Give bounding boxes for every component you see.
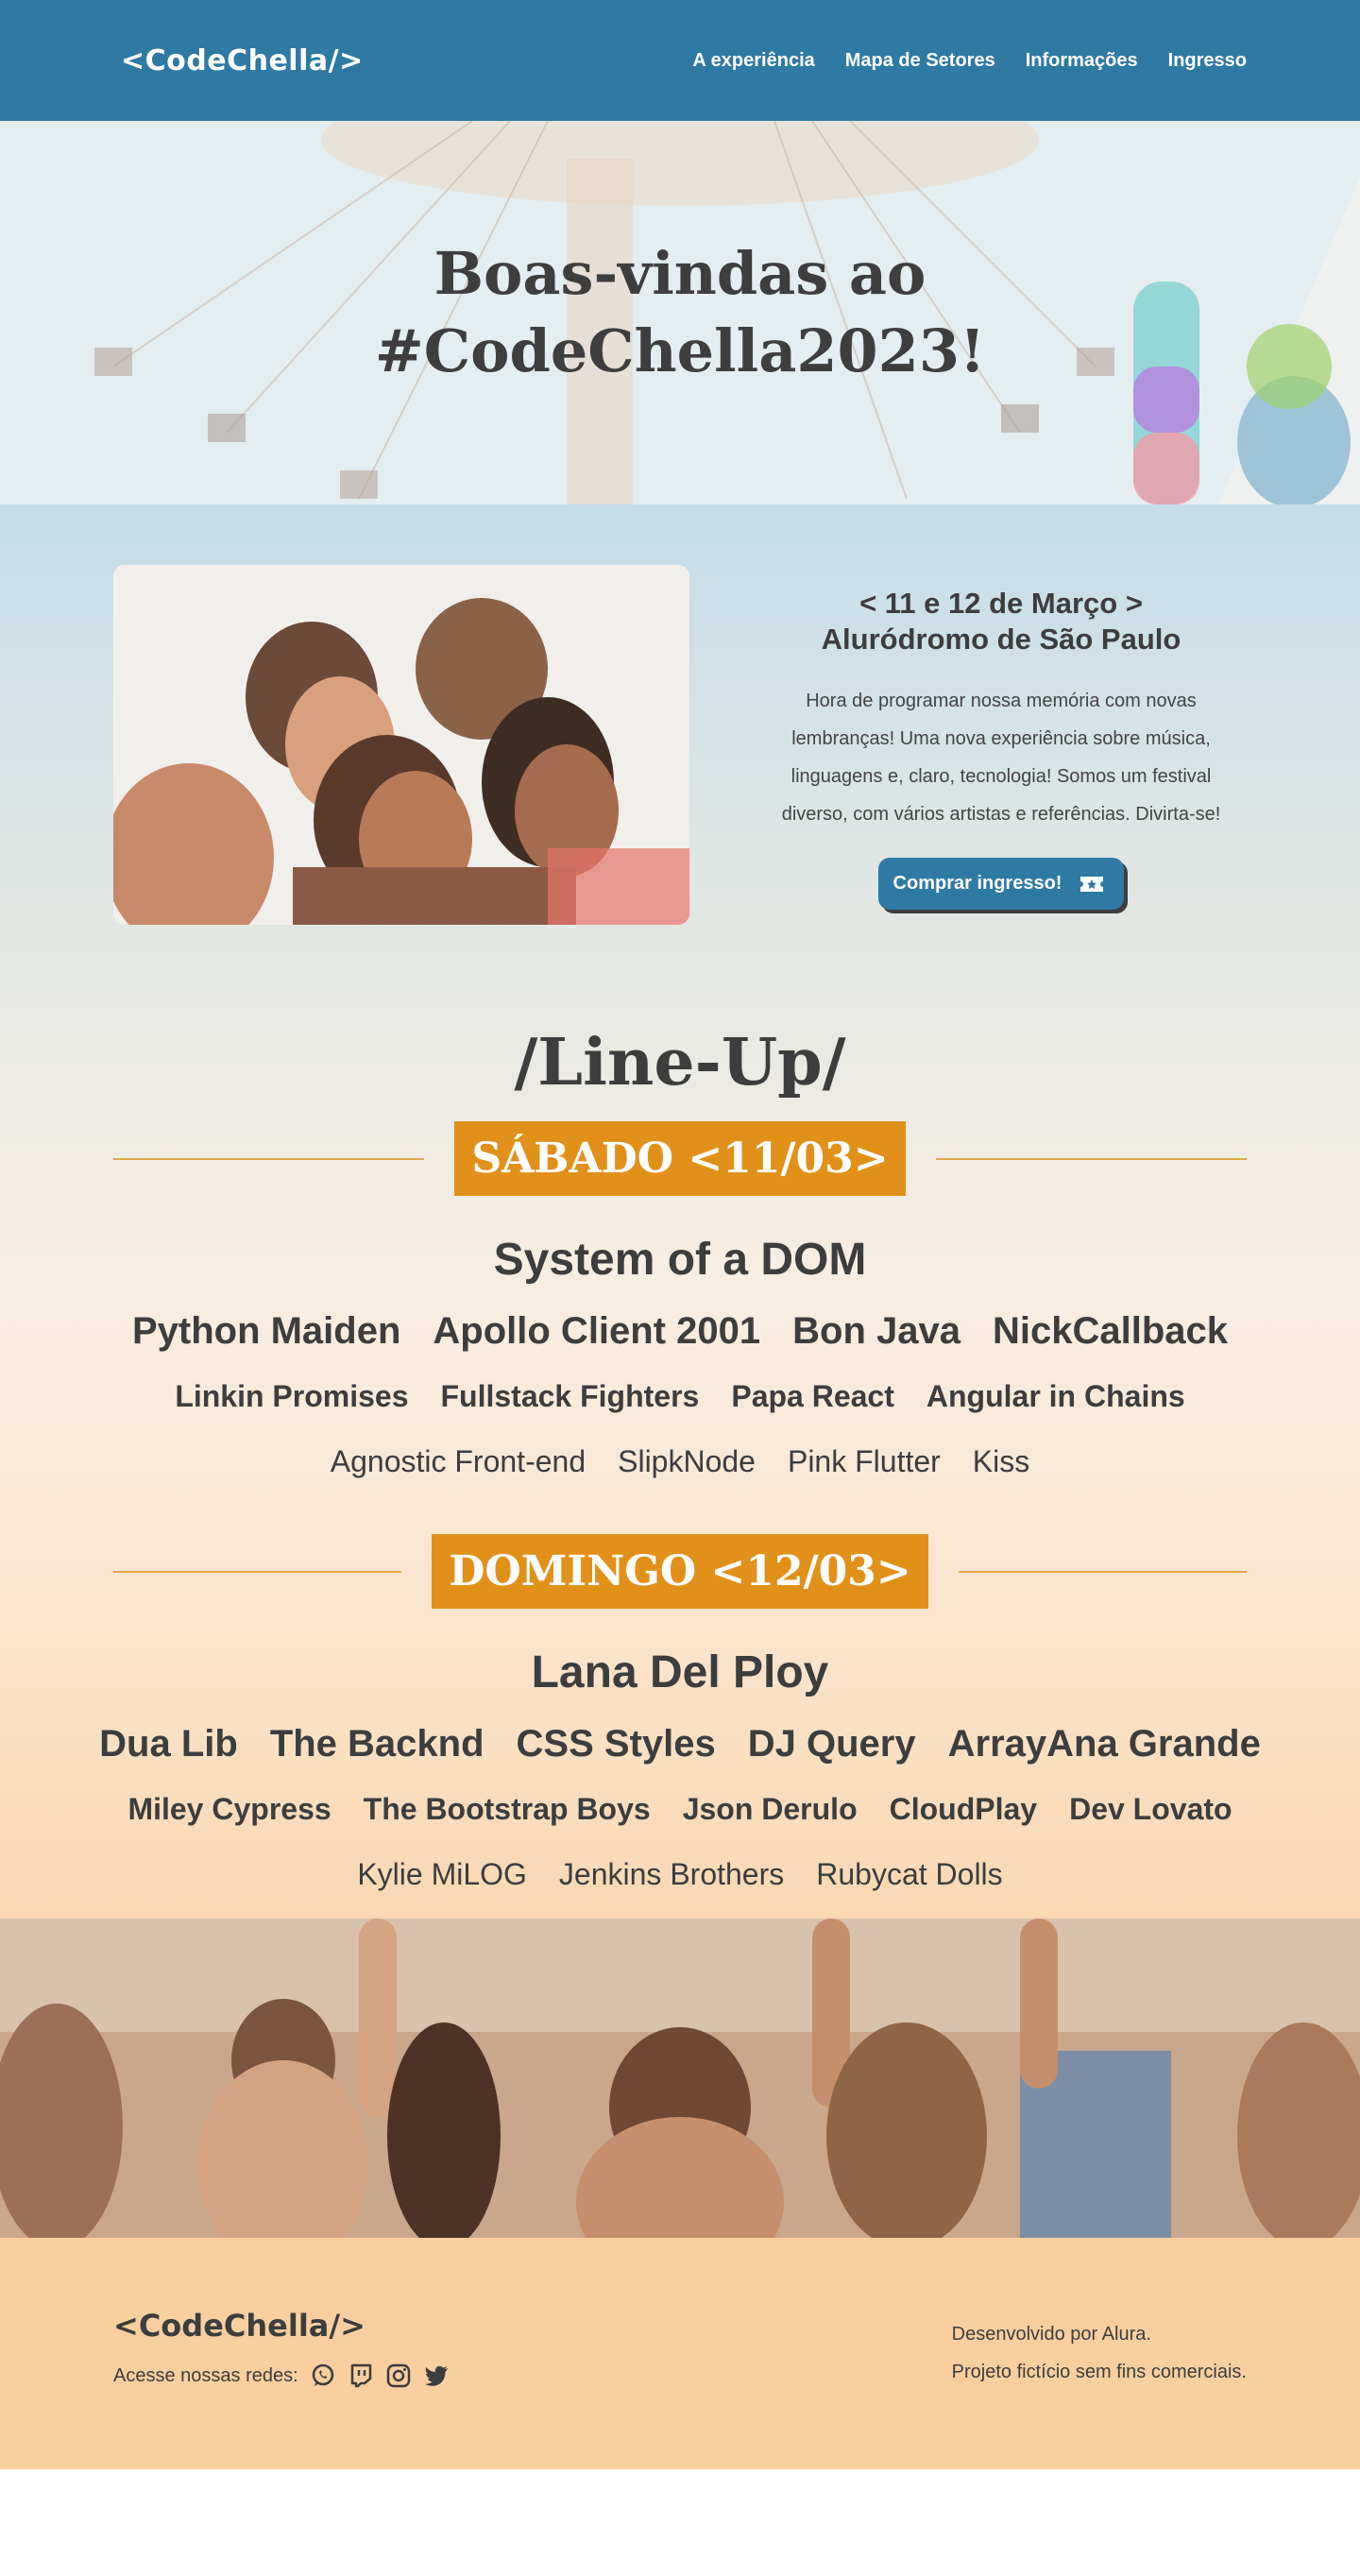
artist-name: Rubycat Dolls bbox=[816, 1857, 1003, 1891]
artist-name: Bon Java bbox=[792, 1310, 961, 1352]
instagram-icon[interactable] bbox=[385, 2363, 412, 2389]
artist-name: Angular in Chains bbox=[926, 1379, 1185, 1413]
hero-title-line2: #CodeChella2023! bbox=[374, 316, 986, 385]
artist-name: Pink Flutter bbox=[787, 1444, 941, 1478]
nav-link-experiencia[interactable]: A experiência bbox=[692, 50, 814, 72]
hero-banner: Boas-vindas ao #CodeChella2023! bbox=[0, 121, 1360, 504]
lineup-title: /Line-Up/ bbox=[514, 1025, 846, 1100]
artist-row-sunday-3: Kylie MiLOG Jenkins Brothers Rubycat Dol… bbox=[0, 1857, 1360, 1892]
artist-row-sunday-2: Miley Cypress The Bootstrap Boys Json De… bbox=[0, 1792, 1360, 1827]
artist-row-saturday-1: Python Maiden Apollo Client 2001 Bon Jav… bbox=[0, 1310, 1360, 1353]
twitter-icon[interactable] bbox=[423, 2363, 450, 2389]
day-header-sunday: DOMINGO <12/03> bbox=[0, 1534, 1360, 1609]
artist-name: Miley Cypress bbox=[128, 1792, 332, 1826]
artist-name: Dua Lib bbox=[99, 1723, 238, 1765]
footer-disclaimer: Projeto fictício sem fins comerciais. bbox=[951, 2362, 1247, 2382]
day-label-sunday: DOMINGO <12/03> bbox=[432, 1534, 928, 1609]
artist-name: Json Derulo bbox=[682, 1792, 858, 1826]
artist-row-saturday-2: Linkin Promises Fullstack Fighters Papa … bbox=[0, 1379, 1360, 1414]
artist-name: Linkin Promises bbox=[175, 1379, 409, 1413]
artist-name: DJ Query bbox=[747, 1723, 916, 1765]
buy-ticket-label: Comprar ingresso! bbox=[892, 873, 1062, 894]
ticket-icon bbox=[1080, 876, 1104, 892]
site-logo[interactable]: <CodeChella/> bbox=[121, 44, 364, 77]
social-label: Acesse nossas redes: bbox=[113, 2364, 298, 2386]
day-header-saturday: SÁBADO <11/03> bbox=[0, 1121, 1360, 1196]
artist-name: Kiss bbox=[972, 1444, 1030, 1478]
artist-name: Kylie MiLOG bbox=[357, 1857, 527, 1891]
day-label-saturday: SÁBADO <11/03> bbox=[454, 1121, 906, 1196]
divider-line bbox=[935, 1157, 1247, 1160]
artist-name: Papa React bbox=[731, 1379, 894, 1413]
whatsapp-icon[interactable] bbox=[310, 2363, 336, 2389]
divider-line bbox=[958, 1570, 1248, 1573]
nav-link-ingresso[interactable]: Ingresso bbox=[1168, 50, 1247, 72]
artist-name: Agnostic Front-end bbox=[330, 1444, 586, 1478]
site-footer: <CodeChella/> Acesse nossas redes: Desen… bbox=[0, 2238, 1360, 2469]
nav-link-informacoes[interactable]: Informações bbox=[1026, 50, 1138, 72]
divider-line bbox=[113, 1157, 425, 1160]
festival-friends-photo bbox=[113, 565, 689, 925]
headliner-sunday: Lana Del Ploy bbox=[531, 1647, 829, 1697]
artist-name: CSS Styles bbox=[516, 1723, 716, 1765]
artist-row-sunday-1: Dua Lib The Backnd CSS Styles DJ Query A… bbox=[0, 1723, 1360, 1766]
main-nav: A experiência Mapa de Setores Informaçõe… bbox=[692, 50, 1247, 72]
divider-line bbox=[113, 1570, 402, 1573]
footer-left: <CodeChella/> Acesse nossas redes: bbox=[113, 2308, 450, 2469]
nav-link-mapa-setores[interactable]: Mapa de Setores bbox=[845, 50, 995, 72]
artist-name: Fullstack Fighters bbox=[440, 1379, 700, 1413]
site-header: <CodeChella/> A experiência Mapa de Seto… bbox=[0, 0, 1360, 121]
crowd-image bbox=[0, 1919, 1360, 2238]
event-date: < 11 e 12 de Março > bbox=[859, 587, 1143, 620]
main-content: < 11 e 12 de Março > Aluródromo de São P… bbox=[0, 504, 1360, 1919]
event-description: Hora de programar nossa memória com nova… bbox=[781, 691, 1221, 825]
twitch-icon[interactable] bbox=[348, 2363, 374, 2389]
artist-name: NickCallback bbox=[993, 1310, 1229, 1352]
headliner-saturday: System of a DOM bbox=[493, 1235, 867, 1285]
hero-title: Boas-vindas ao #CodeChella2023! bbox=[375, 235, 985, 390]
artist-name: The Bootstrap Boys bbox=[363, 1792, 651, 1826]
event-location: Aluródromo de São Paulo bbox=[821, 623, 1182, 656]
artist-name: Apollo Client 2001 bbox=[433, 1310, 761, 1352]
footer-right: Desenvolvido por Alura. Projeto fictício… bbox=[952, 2308, 1247, 2469]
intro-section: < 11 e 12 de Março > Aluródromo de São P… bbox=[0, 504, 1360, 925]
artist-name: ArrayAna Grande bbox=[947, 1723, 1261, 1765]
artist-row-saturday-3: Agnostic Front-end SlipkNode Pink Flutte… bbox=[0, 1444, 1360, 1479]
artist-name: CloudPlay bbox=[889, 1792, 1038, 1826]
social-links: Acesse nossas redes: bbox=[113, 2363, 450, 2389]
buy-ticket-button[interactable]: Comprar ingresso! bbox=[877, 858, 1125, 910]
artist-name: Dev Lovato bbox=[1069, 1792, 1232, 1826]
intro-text: < 11 e 12 de Março > Aluródromo de São P… bbox=[756, 565, 1247, 925]
hero-title-line1: Boas-vindas ao bbox=[434, 239, 926, 308]
artist-name: SlipkNode bbox=[618, 1444, 756, 1478]
artist-name: Jenkins Brothers bbox=[558, 1857, 785, 1891]
artist-name: Python Maiden bbox=[131, 1310, 401, 1352]
footer-logo[interactable]: <CodeChella/> bbox=[113, 2308, 450, 2344]
footer-credit: Desenvolvido por Alura. bbox=[951, 2324, 1151, 2345]
artist-name: The Backnd bbox=[269, 1723, 484, 1765]
